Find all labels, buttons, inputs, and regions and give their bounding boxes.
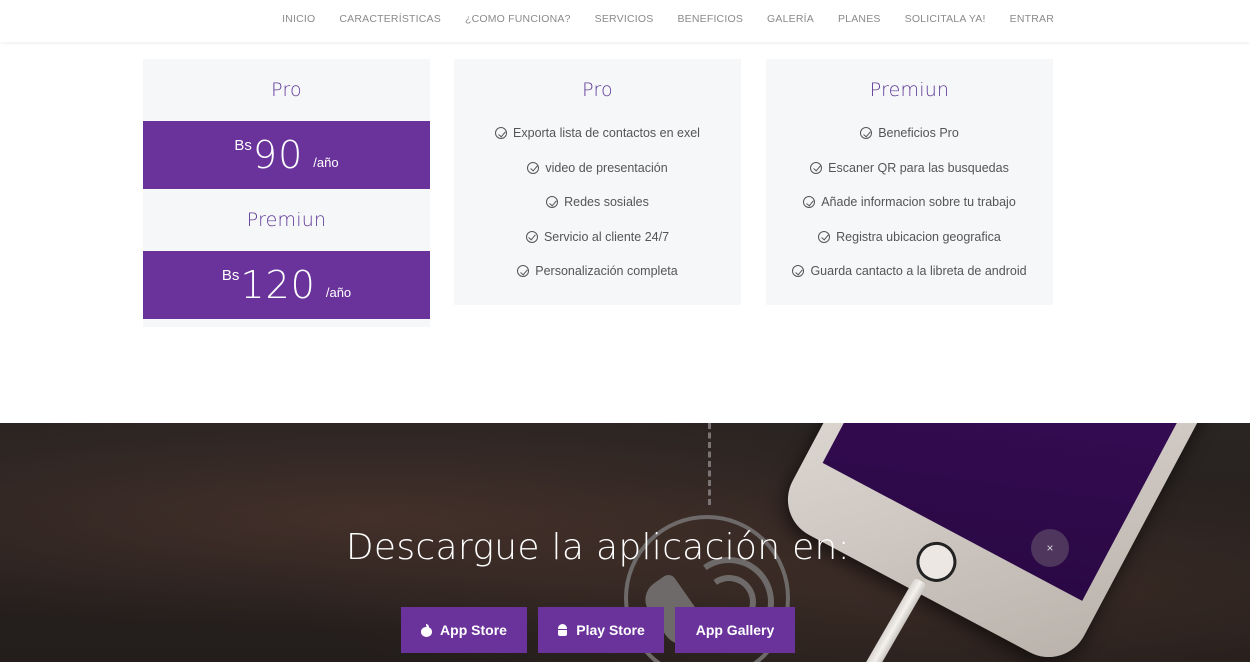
- nav-menu: INICIO CARACTERÍSTICAS ¿COMO FUNCIONA? S…: [282, 0, 1054, 38]
- price-period: /año: [325, 285, 352, 300]
- price-amount: 90: [252, 133, 304, 177]
- app-store-label: App Store: [440, 622, 507, 638]
- price-band-premiun: Bs 120 /año: [143, 251, 430, 319]
- pro-features-card: Pro Exporta lista de contactos en exel v…: [454, 59, 741, 305]
- feature-item: Beneficios Pro: [766, 126, 1053, 161]
- pro-features-title: Pro: [582, 79, 613, 101]
- feature-item: Escaner QR para las busquedas: [766, 161, 1053, 196]
- price-band-pro: Bs 90 /año: [143, 121, 430, 189]
- nav-item-servicios[interactable]: SERVICIOS: [595, 13, 654, 25]
- feature-item: Servicio al cliente 24/7: [454, 230, 741, 265]
- download-title: Descargue la aplicación en:: [345, 527, 851, 568]
- check-circle-icon: [803, 196, 816, 209]
- premium-features-title: Premiun: [869, 79, 950, 101]
- charging-cable: [854, 577, 928, 662]
- nav-item-planes[interactable]: PLANES: [838, 13, 881, 25]
- check-circle-icon: [792, 265, 805, 278]
- nav-item-entrar[interactable]: ENTRAR: [1010, 13, 1054, 25]
- check-circle-icon: [517, 265, 530, 278]
- nav-item-inicio[interactable]: INICIO: [282, 13, 315, 25]
- check-circle-icon: [527, 161, 540, 174]
- feature-text: Personalización completa: [535, 264, 678, 279]
- plan-title-pro: Pro: [271, 79, 302, 101]
- download-section: × Descargue la aplicación en: App Store …: [0, 423, 1250, 662]
- check-circle-icon: [818, 230, 831, 243]
- currency-label: Bs: [221, 267, 240, 284]
- price-amount: 120: [240, 263, 316, 307]
- feature-item: Registra ubicacion geografica: [766, 230, 1053, 265]
- nav-item-como-funciona[interactable]: ¿COMO FUNCIONA?: [465, 13, 571, 25]
- apple-icon: [421, 623, 433, 637]
- feature-text: Redes sosiales: [564, 195, 649, 210]
- feature-item: Personalización completa: [454, 264, 741, 299]
- feature-text: Añade informacion sobre tu trabajo: [821, 195, 1016, 210]
- check-circle-icon: [546, 196, 559, 209]
- currency-label: Bs: [234, 137, 252, 154]
- feature-text: Servicio al cliente 24/7: [543, 229, 670, 244]
- app-store-button[interactable]: App Store: [401, 607, 527, 653]
- top-navbar: INICIO CARACTERÍSTICAS ¿COMO FUNCIONA? S…: [0, 0, 1250, 42]
- dashed-line: [708, 423, 711, 505]
- play-store-button[interactable]: Play Store: [538, 607, 664, 653]
- feature-text: Exporta lista de contactos en exel: [513, 126, 700, 140]
- feature-text: Beneficios Pro: [878, 126, 959, 140]
- pricing-card: Pro Bs 90 /año Premiun Bs 120 /año: [143, 59, 430, 327]
- feature-text: Registra ubicacion geografica: [836, 229, 1001, 244]
- check-circle-icon: [495, 127, 508, 139]
- app-gallery-button[interactable]: App Gallery: [675, 607, 795, 653]
- store-buttons: App Store Play Store App Gallery: [401, 607, 795, 653]
- nav-item-solicitala[interactable]: SOLICITALA YA!: [905, 13, 986, 25]
- feature-item: Redes sosiales: [454, 195, 741, 230]
- nav-item-galeria[interactable]: GALERÍA: [767, 13, 814, 25]
- feature-item: Añade informacion sobre tu trabajo: [766, 195, 1053, 230]
- feature-item: Exporta lista de contactos en exel: [454, 126, 741, 161]
- feature-item: video de presentación: [454, 161, 741, 196]
- check-circle-icon: [810, 161, 823, 174]
- feature-text: Escaner QR para las busquedas: [828, 160, 1009, 175]
- check-circle-icon: [860, 127, 873, 139]
- feature-text: Guarda cantacto a la libreta de android: [810, 264, 1027, 279]
- play-store-label: Play Store: [576, 622, 645, 638]
- feature-item: Guarda cantacto a la libreta de android: [766, 264, 1053, 299]
- premium-features-list: Beneficios Pro Escaner QR para las busqu…: [766, 126, 1053, 299]
- plan-title-premiun: Premiun: [246, 209, 327, 231]
- nav-item-beneficios[interactable]: BENEFICIOS: [677, 13, 743, 25]
- check-circle-icon: [525, 230, 538, 243]
- nav-item-caracteristicas[interactable]: CARACTERÍSTICAS: [339, 13, 441, 25]
- android-icon: [557, 624, 568, 636]
- pro-features-list: Exporta lista de contactos en exel video…: [454, 126, 741, 299]
- app-gallery-label: App Gallery: [695, 622, 775, 638]
- premium-features-card: Premiun Beneficios Pro Escaner QR para l…: [766, 59, 1053, 305]
- feature-text: video de presentación: [545, 160, 668, 175]
- price-period: /año: [313, 155, 339, 170]
